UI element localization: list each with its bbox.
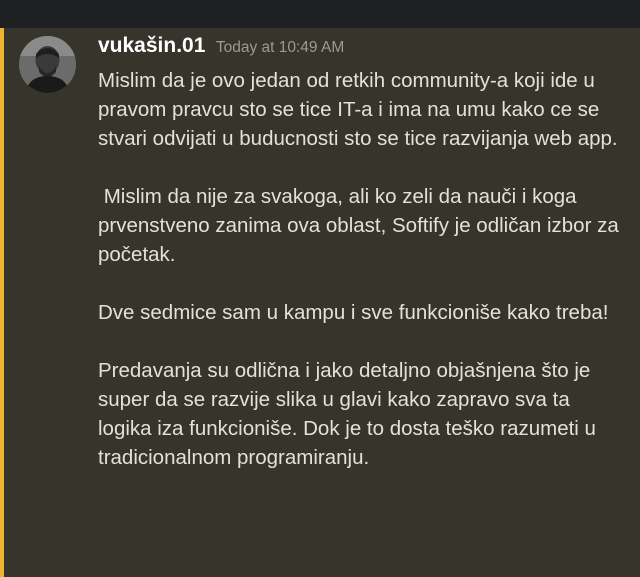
message-paragraph: Mislim da je ovo jedan od retkih communi… xyxy=(98,69,618,150)
username[interactable]: vukašin.01 xyxy=(98,34,205,57)
timestamp: Today at 10:49 AM xyxy=(215,39,345,56)
message-header: vukašin.01 Today at 10:49 AM xyxy=(98,34,630,58)
user-avatar-icon[interactable] xyxy=(19,36,76,93)
message-paragraph: Dve sedmice sam u kampu i sve funkcioniš… xyxy=(98,301,609,324)
message-paragraph: Predavanja su odlična i jako detaljno ob… xyxy=(98,359,602,469)
message-paragraph: Mislim da nije za svakoga, ali ko zeli d… xyxy=(98,185,625,266)
message-content: Mislim da je ovo jedan od retkih communi… xyxy=(98,66,626,472)
mention-highlight-bar xyxy=(0,28,4,577)
chat-message: vukašin.01 Today at 10:49 AM Mislim da j… xyxy=(0,28,640,577)
top-bar xyxy=(0,0,640,28)
